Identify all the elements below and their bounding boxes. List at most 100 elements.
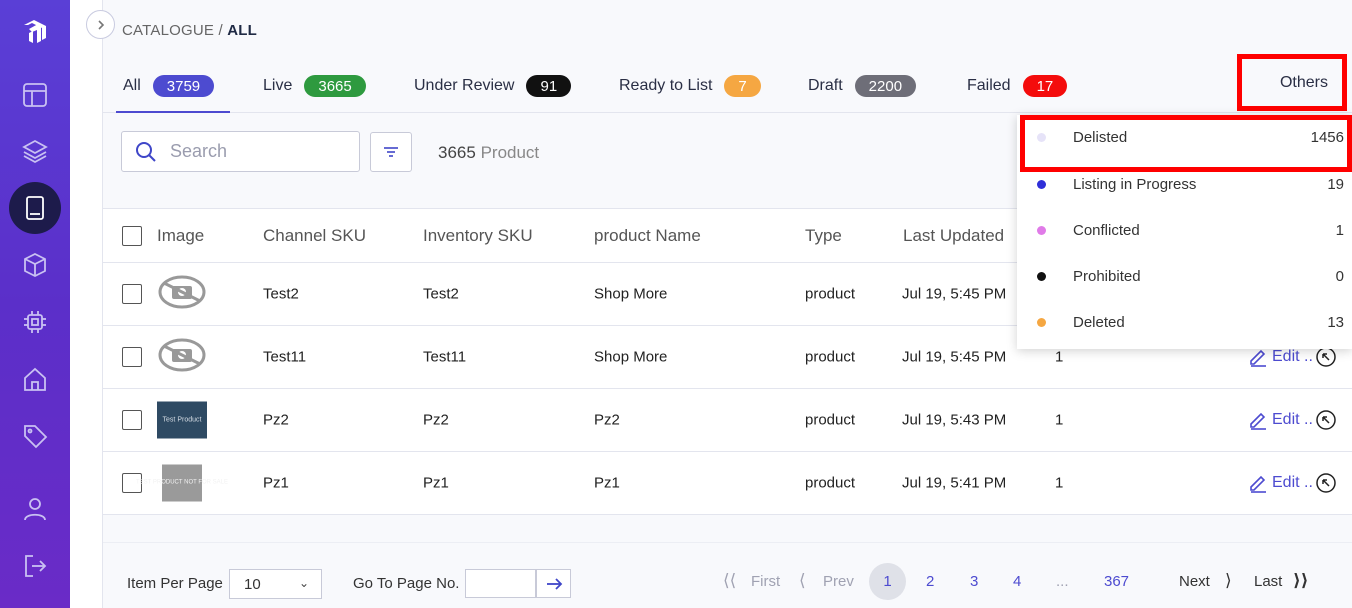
column-header-type[interactable]: Type [805, 226, 842, 246]
column-header-channel-sku[interactable]: Channel SKU [263, 226, 366, 246]
double-chevron-left-icon: ⟨⟨ [723, 571, 737, 590]
status-dot [1037, 318, 1046, 327]
edit-icon [1250, 412, 1266, 430]
menu-item-label: Prohibited [1073, 268, 1141, 285]
home-icon[interactable] [9, 353, 61, 405]
quantity: 1 [1055, 348, 1064, 366]
status-dot [1037, 272, 1046, 281]
column-header-last-updated[interactable]: Last Updated [903, 226, 1004, 246]
select-all-checkbox[interactable] [122, 225, 142, 246]
product-count: 3665 Product [438, 143, 539, 163]
product-name: Shop More [594, 285, 668, 303]
box-icon[interactable] [9, 239, 61, 291]
tab-label: All [123, 77, 141, 94]
edit-button[interactable]: Edit .. [1248, 472, 1337, 494]
product-type: product [805, 348, 856, 366]
breadcrumb: CATALOGUE / ALL [122, 22, 257, 39]
menu-item-label: Conflicted [1073, 222, 1140, 239]
logo-icon[interactable] [9, 6, 61, 58]
product-name: Pz2 [594, 411, 620, 429]
product-type: product [805, 474, 856, 492]
per-page-select[interactable]: 10 ⌄ [229, 569, 322, 599]
channel-sku: Test11 [263, 348, 307, 366]
first-page-button[interactable]: First [751, 573, 780, 590]
page-button[interactable]: 367 [1104, 573, 1129, 590]
tag-icon[interactable] [9, 410, 61, 462]
row-checkbox[interactable] [122, 347, 142, 367]
last-updated: Jul 19, 5:45 PM [902, 285, 1007, 303]
tab-all[interactable]: All 3759 [123, 72, 215, 100]
breadcrumb-separator: / [214, 22, 228, 39]
prev-page-button[interactable]: Prev [823, 573, 854, 590]
status-dot [1037, 180, 1046, 189]
chip-icon[interactable] [9, 296, 61, 348]
page-number: 1 [883, 573, 892, 590]
row-checkbox[interactable] [122, 284, 142, 304]
others-label: Others [1279, 73, 1328, 91]
goto-page-input[interactable] [465, 569, 536, 598]
last-updated: Jul 19, 5:43 PM [902, 411, 1007, 429]
edit-label: Edit .. [1272, 411, 1313, 428]
search-box[interactable] [121, 131, 360, 172]
search-input[interactable] [170, 141, 350, 162]
catalogue-icon[interactable] [9, 182, 61, 234]
open-external-icon[interactable] [1315, 346, 1337, 368]
last-page-button[interactable]: Last [1254, 573, 1282, 590]
page-button[interactable]: 3 [970, 573, 978, 590]
column-header-inventory-sku[interactable]: Inventory SKU [423, 226, 533, 246]
edit-button[interactable]: Edit .. [1248, 346, 1337, 368]
user-icon[interactable] [9, 483, 61, 535]
chevron-right-icon: ⟩ [1225, 571, 1232, 590]
highlight-box [1020, 115, 1352, 172]
double-chevron-right-icon: ⟩⟩ [1293, 571, 1309, 590]
goto-page-label: Go To Page No. [353, 575, 460, 592]
menu-item-deleted[interactable]: Deleted 13 [1017, 300, 1352, 346]
menu-item-count: 0 [1335, 268, 1344, 285]
product-count-number: 3665 [438, 143, 476, 162]
chevron-left-icon: ⟨ [799, 571, 806, 590]
tab-count-badge: 3759 [152, 75, 215, 97]
others-dropdown-button[interactable]: Others [1237, 54, 1347, 111]
product-name: Pz1 [594, 474, 620, 492]
tab-live[interactable]: Live 3665 [263, 72, 366, 100]
menu-item-conflicted[interactable]: Conflicted 1 [1017, 208, 1352, 254]
page-ellipsis: ... [1056, 573, 1069, 590]
tab-count-badge: 17 [1022, 75, 1068, 97]
filter-button[interactable] [370, 132, 412, 172]
tab-ready-to-list[interactable]: Ready to List 7 [619, 72, 761, 100]
table-row[interactable]: Test Product Pz2 Pz2 Pz2 product Jul 19,… [103, 389, 1352, 452]
page-button[interactable]: 4 [1013, 573, 1021, 590]
breadcrumb-root[interactable]: CATALOGUE [122, 22, 214, 39]
dashboard-icon[interactable] [9, 69, 61, 121]
column-header-product-name[interactable]: product Name [594, 226, 701, 246]
open-external-icon[interactable] [1315, 472, 1337, 494]
edit-button[interactable]: Edit .. [1248, 409, 1337, 431]
next-page-button[interactable]: Next [1179, 573, 1210, 590]
tab-under-review[interactable]: Under Review 91 [414, 72, 572, 100]
tab-failed[interactable]: Failed 17 [967, 72, 1068, 100]
page-button-current[interactable]: 1 [869, 563, 906, 600]
sidebar [0, 0, 70, 608]
goto-page-button[interactable] [536, 569, 571, 598]
tab-label: Live [263, 77, 293, 94]
row-checkbox[interactable] [122, 410, 142, 430]
product-thumbnail: TEST PRODUCT NOT FOR SALE [136, 464, 228, 502]
tab-count-badge: 2200 [854, 75, 917, 97]
product-type: product [805, 285, 856, 303]
menu-item-prohibited[interactable]: Prohibited 0 [1017, 254, 1352, 300]
status-tabs: All 3759 Live 3665 Under Review 91 Ready… [103, 60, 1352, 113]
page-button[interactable]: 2 [926, 573, 934, 590]
layers-icon[interactable] [9, 125, 61, 177]
quantity: 1 [1055, 411, 1064, 429]
tab-draft[interactable]: Draft 2200 [808, 72, 917, 100]
logout-icon[interactable] [9, 540, 61, 592]
open-external-icon[interactable] [1315, 409, 1337, 431]
menu-item-count: 19 [1327, 176, 1344, 193]
collapse-sidebar-button[interactable] [86, 10, 115, 39]
arrow-right-icon [546, 577, 562, 590]
search-icon [136, 141, 156, 162]
inventory-sku: Test11 [423, 348, 467, 366]
table-row[interactable]: TEST PRODUCT NOT FOR SALE Pz1 Pz1 Pz1 pr… [103, 452, 1352, 515]
column-header-image[interactable]: Image [157, 226, 204, 246]
per-page-value: 10 [244, 575, 261, 593]
